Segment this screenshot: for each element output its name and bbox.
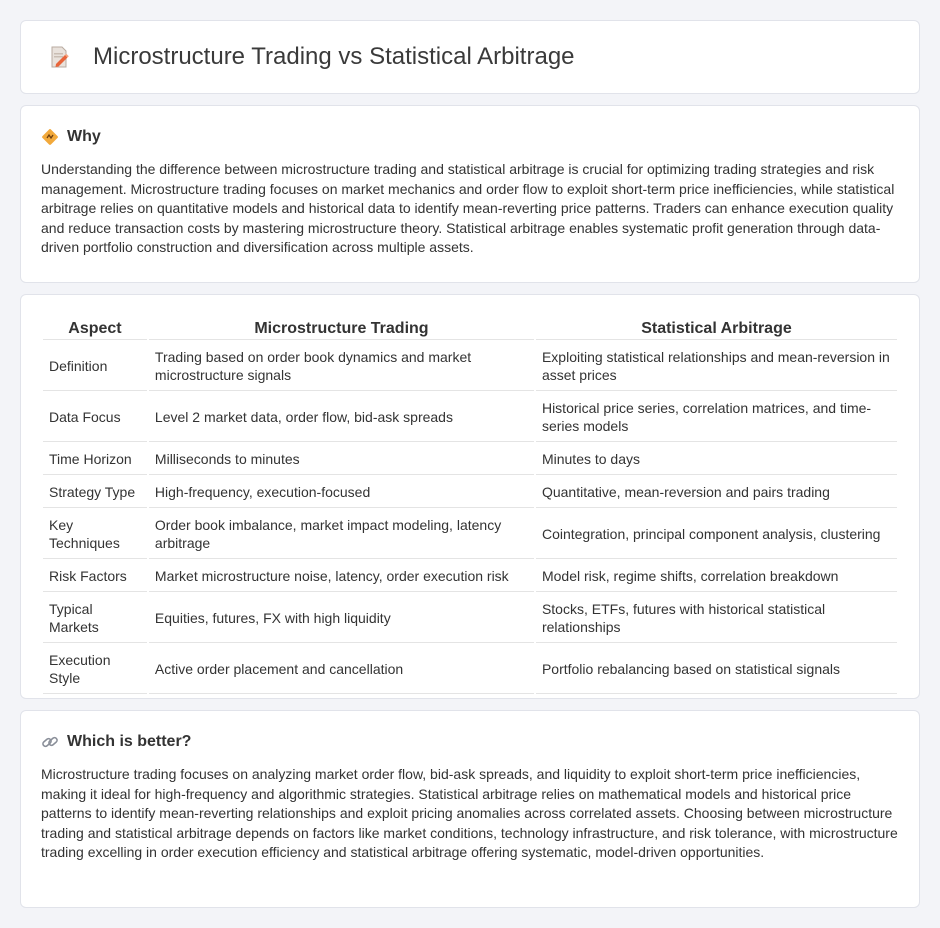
row-aspect: Time Horizon [43,444,147,475]
row-statistical: Portfolio rebalancing based on statistic… [535,645,897,694]
row-microstructure: Trading based on order book dynamics and… [148,342,534,391]
better-text: Microstructure trading focuses on analyz… [41,766,898,861]
row-statistical: Exploiting statistical relationships and… [535,342,897,391]
why-title: Why [67,128,101,145]
row-microstructure: High-frequency, execution-focused [148,477,534,508]
table-row: Execution Style Active order placement a… [43,645,897,694]
row-microstructure: Equities, futures, FX with high liquidit… [148,594,534,643]
table-row: Strategy Type High-frequency, execution-… [43,477,897,508]
row-statistical: Quantitative, mean-reversion and pairs t… [535,477,897,508]
row-statistical: Stocks, ETFs, futures with historical st… [535,594,897,643]
row-microstructure: Level 2 market data, order flow, bid-ask… [148,393,534,442]
row-statistical: Model risk, regime shifts, correlation b… [535,561,897,592]
why-heading: Why [41,128,899,146]
table-header-row: Aspect Microstructure Trading Statistica… [43,317,897,340]
row-statistical: Historical price series, correlation mat… [535,393,897,442]
row-aspect: Data Focus [43,393,147,442]
row-microstructure: Market microstructure noise, latency, or… [148,561,534,592]
row-microstructure: Order book imbalance, market impact mode… [148,510,534,559]
link-icon [42,736,58,748]
table-row: Typical Markets Equities, futures, FX wi… [43,594,897,643]
row-statistical: Minutes to days [535,444,897,475]
row-aspect: Strategy Type [43,477,147,508]
row-aspect: Execution Style [43,645,147,694]
table-row: Risk Factors Market microstructure noise… [43,561,897,592]
row-aspect: Risk Factors [43,561,147,592]
why-text: Understanding the difference between mic… [41,161,895,256]
better-heading: Which is better? [41,733,899,751]
table-row: Key Techniques Order book imbalance, mar… [43,510,897,559]
which-better-section: Which is better? Microstructure trading … [20,710,920,908]
header-aspect: Aspect [43,317,147,340]
row-statistical: Cointegration, principal component analy… [535,510,897,559]
why-section: Why Understanding the difference between… [20,105,920,283]
document-pencil-icon [51,46,69,68]
comparison-table: Aspect Microstructure Trading Statistica… [41,315,899,696]
table-row: Data Focus Level 2 market data, order fl… [43,393,897,442]
table-row: Definition Trading based on order book d… [43,342,897,391]
page-title: Microstructure Trading vs Statistical Ar… [93,43,575,70]
header-statistical: Statistical Arbitrage [535,317,897,340]
row-microstructure: Active order placement and cancellation [148,645,534,694]
table-row: Time Horizon Milliseconds to minutes Min… [43,444,897,475]
diamond-sign-icon [42,129,58,145]
row-microstructure: Milliseconds to minutes [148,444,534,475]
comparison-card: Aspect Microstructure Trading Statistica… [20,294,920,699]
header-microstructure: Microstructure Trading [148,317,534,340]
row-aspect: Typical Markets [43,594,147,643]
title-card: Microstructure Trading vs Statistical Ar… [20,20,920,94]
row-aspect: Definition [43,342,147,391]
better-title: Which is better? [67,733,192,750]
row-aspect: Key Techniques [43,510,147,559]
